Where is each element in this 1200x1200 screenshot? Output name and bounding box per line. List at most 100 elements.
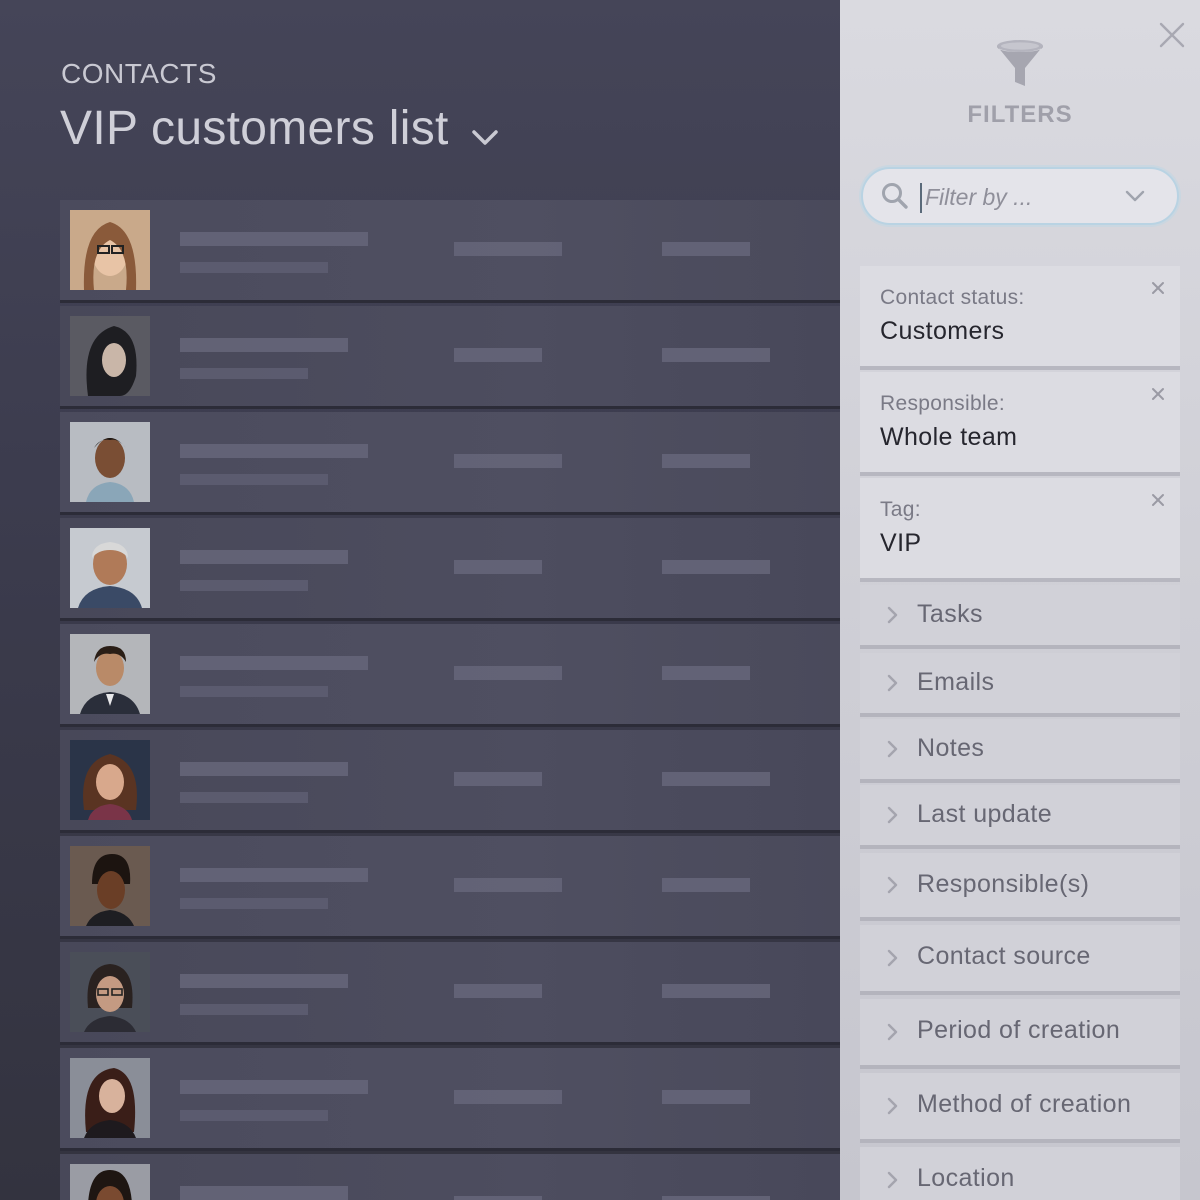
- chevron-right-icon: [886, 948, 898, 973]
- placeholder-bar: [662, 242, 750, 256]
- filter-period-of-creation[interactable]: Period of creation: [860, 999, 1180, 1065]
- placeholder-bar: [454, 1196, 542, 1200]
- chevron-right-icon: [886, 1170, 898, 1195]
- filter-contact-source[interactable]: Contact source: [860, 925, 1180, 991]
- filter-search[interactable]: [861, 167, 1179, 225]
- filter-label: Responsible:: [880, 392, 1006, 415]
- placeholder-bar: [180, 232, 368, 246]
- placeholder-bar: [454, 242, 562, 256]
- chevron-down-icon[interactable]: [1125, 189, 1145, 208]
- contact-row[interactable]: [60, 306, 840, 406]
- avatar: [70, 1164, 150, 1200]
- filter-value: VIP: [880, 529, 922, 557]
- placeholder-bar: [180, 580, 308, 591]
- filter-label: Contact status:: [880, 286, 1025, 309]
- filter-label: Responsible(s): [917, 870, 1090, 898]
- chevron-right-icon: [886, 1022, 898, 1047]
- placeholder-bar: [180, 656, 368, 670]
- avatar: [70, 422, 150, 502]
- filter-label: Tasks: [917, 600, 983, 628]
- placeholder-bar: [454, 984, 542, 998]
- filter-method-of-creation[interactable]: Method of creation: [860, 1073, 1180, 1139]
- list-title-dropdown[interactable]: VIP customers list: [60, 98, 499, 159]
- placeholder-bar: [180, 474, 328, 485]
- placeholder-bar: [180, 898, 328, 909]
- placeholder-bar: [662, 1196, 770, 1200]
- remove-filter-icon[interactable]: [1150, 280, 1166, 296]
- avatar: [70, 528, 150, 608]
- filter-value: Customers: [880, 317, 1005, 345]
- placeholder-bar: [454, 878, 562, 892]
- contact-row[interactable]: [60, 1048, 840, 1148]
- filter-label: Tag:: [880, 498, 921, 521]
- funnel-icon: [995, 38, 1045, 90]
- contacts-pane: CONTACTS VIP customers list: [0, 0, 840, 1200]
- avatar: [70, 740, 150, 820]
- placeholder-bar: [662, 878, 750, 892]
- filter-responsibles[interactable]: Responsible(s): [860, 853, 1180, 917]
- chevron-down-icon[interactable]: [471, 104, 499, 159]
- contact-row[interactable]: [60, 1154, 840, 1200]
- contact-row[interactable]: [60, 624, 840, 724]
- placeholder-bar: [662, 454, 750, 468]
- filter-emails[interactable]: Emails: [860, 653, 1180, 713]
- placeholder-bar: [662, 772, 770, 786]
- filter-tasks[interactable]: Tasks: [860, 585, 1180, 645]
- filter-label: Emails: [917, 668, 995, 696]
- contact-row[interactable]: [60, 518, 840, 618]
- filter-label: Location: [917, 1164, 1015, 1192]
- placeholder-bar: [662, 666, 750, 680]
- contact-row[interactable]: [60, 730, 840, 830]
- list-title: VIP customers list: [60, 102, 449, 155]
- placeholder-bar: [454, 772, 542, 786]
- placeholder-bar: [454, 666, 562, 680]
- filter-last-update[interactable]: Last update: [860, 785, 1180, 845]
- remove-filter-icon[interactable]: [1150, 492, 1166, 508]
- placeholder-bar: [180, 974, 348, 988]
- search-icon: [881, 182, 909, 215]
- close-icon[interactable]: [1157, 20, 1187, 50]
- contact-row[interactable]: [60, 836, 840, 936]
- placeholder-bar: [180, 262, 328, 273]
- placeholder-bar: [180, 338, 348, 352]
- filter-label: Last update: [917, 800, 1053, 828]
- filters-heading: FILTERS: [967, 101, 1073, 128]
- placeholder-bar: [180, 1080, 368, 1094]
- placeholder-bar: [180, 1004, 308, 1015]
- active-filter-responsible[interactable]: Responsible: Whole team: [860, 372, 1180, 472]
- chevron-right-icon: [886, 805, 898, 830]
- filter-label: Contact source: [917, 942, 1091, 970]
- contact-row[interactable]: [60, 200, 840, 300]
- active-filter-tag[interactable]: Tag: VIP: [860, 478, 1180, 578]
- placeholder-bar: [180, 1110, 328, 1121]
- remove-filter-icon[interactable]: [1150, 386, 1166, 402]
- avatar: [70, 210, 150, 290]
- placeholder-bar: [662, 984, 770, 998]
- placeholder-bar: [180, 444, 368, 458]
- avatar: [70, 634, 150, 714]
- contact-row[interactable]: [60, 412, 840, 512]
- placeholder-bar: [662, 1090, 750, 1104]
- placeholder-bar: [180, 1186, 348, 1200]
- placeholder-bar: [454, 560, 542, 574]
- placeholder-bar: [180, 368, 308, 379]
- placeholder-bar: [180, 550, 348, 564]
- placeholder-bar: [180, 792, 308, 803]
- filter-location[interactable]: Location: [860, 1147, 1180, 1200]
- placeholder-bar: [180, 868, 368, 882]
- placeholder-bar: [662, 560, 770, 574]
- avatar: [70, 846, 150, 926]
- section-label: CONTACTS: [61, 58, 217, 89]
- chevron-right-icon: [886, 605, 898, 630]
- placeholder-bar: [454, 1090, 562, 1104]
- placeholder-bar: [180, 762, 348, 776]
- filter-value: Whole team: [880, 423, 1018, 451]
- avatar: [70, 952, 150, 1032]
- filter-notes[interactable]: Notes: [860, 719, 1180, 779]
- search-input[interactable]: [925, 179, 1125, 215]
- contact-row[interactable]: [60, 942, 840, 1042]
- active-filter-contact-status[interactable]: Contact status: Customers: [860, 266, 1180, 366]
- text-caret: [920, 183, 922, 213]
- chevron-right-icon: [886, 673, 898, 698]
- placeholder-bar: [180, 686, 328, 697]
